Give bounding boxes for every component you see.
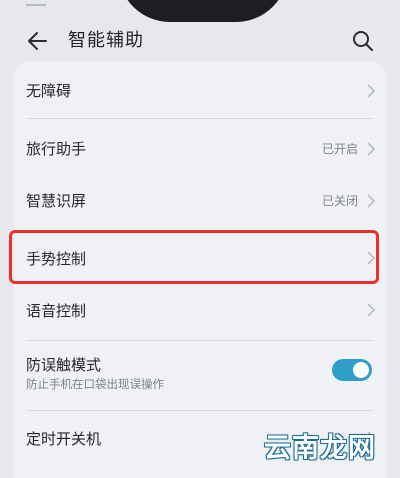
row-label: 无障碍 bbox=[26, 82, 72, 100]
search-icon[interactable] bbox=[350, 28, 376, 54]
row-travel-assistant[interactable]: 旅行助手 已开启 bbox=[14, 124, 386, 170]
page-title: 智能辅助 bbox=[68, 30, 144, 51]
divider bbox=[26, 340, 374, 341]
chevron-right-icon bbox=[367, 194, 376, 208]
camera-notch bbox=[118, 0, 288, 22]
chevron-right-icon bbox=[367, 142, 376, 156]
app-header: 智能辅助 bbox=[0, 22, 400, 60]
row-subtitle: 防止手机在口袋出现误操作 bbox=[26, 377, 164, 391]
row-label: 旅行助手 bbox=[26, 140, 87, 158]
row-smart-screen[interactable]: 智慧识屏 已关闭 bbox=[14, 176, 386, 222]
row-pocket-mode[interactable]: 防误触模式 防止手机在口袋出现误操作 bbox=[14, 346, 386, 406]
row-status: 已关闭 bbox=[321, 194, 358, 208]
row-accessibility[interactable]: 无障碍 bbox=[14, 66, 386, 116]
row-label: 定时开关机 bbox=[26, 430, 102, 448]
chevron-right-icon bbox=[367, 303, 376, 317]
row-label: 手势控制 bbox=[26, 250, 87, 268]
divider bbox=[26, 410, 374, 411]
divider bbox=[26, 118, 374, 119]
watermark-logo: 云南龙网 bbox=[264, 433, 376, 464]
row-voice-control[interactable]: 语音控制 bbox=[14, 288, 386, 334]
toggle-knob bbox=[353, 362, 369, 378]
row-status: 已开启 bbox=[321, 142, 358, 156]
pocket-mode-toggle[interactable] bbox=[332, 359, 372, 381]
row-label: 智慧识屏 bbox=[26, 192, 87, 210]
chevron-right-icon bbox=[367, 84, 376, 98]
row-label: 防误触模式 bbox=[26, 356, 102, 374]
row-gesture-control[interactable]: 手势控制 bbox=[14, 234, 386, 280]
chevron-right-icon bbox=[367, 251, 376, 265]
row-label: 语音控制 bbox=[26, 302, 87, 320]
status-bar bbox=[26, 0, 46, 6]
back-arrow-icon[interactable] bbox=[25, 28, 51, 54]
settings-screen: 智能辅助 无障碍 旅行助手 已开启 智慧识屏 已关闭 手势控制 语音控制 防误触… bbox=[0, 0, 400, 478]
